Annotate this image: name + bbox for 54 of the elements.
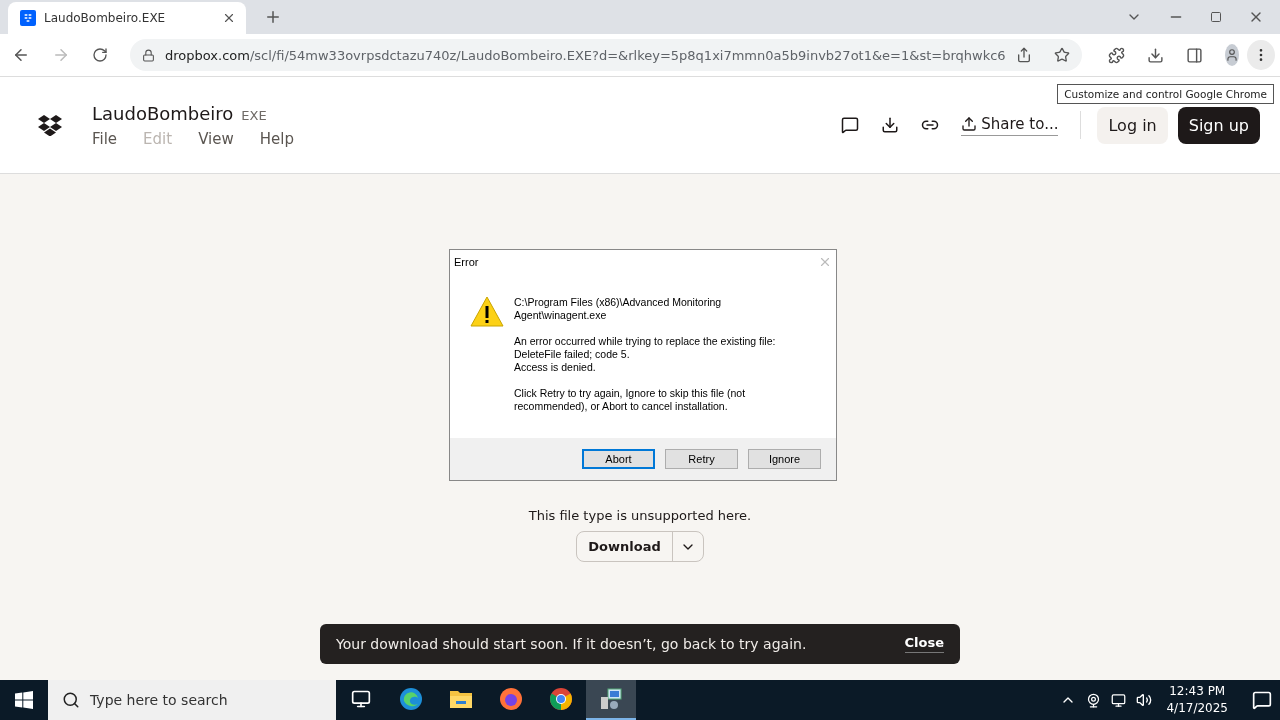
restore-icon[interactable] [1210, 9, 1222, 25]
menu-item[interactable]: Help [259, 129, 294, 148]
upload-icon [961, 115, 978, 132]
tab-title: LaudoBombeiro.EXE [44, 11, 167, 25]
signup-button[interactable]: Sign up [1177, 106, 1260, 144]
dialog-button[interactable]: Ignore [748, 449, 821, 469]
box-logo-icon [20, 10, 36, 26]
taskbar-search-field[interactable]: Type here to search [48, 680, 336, 720]
taskbar-app-button[interactable] [586, 680, 636, 720]
lock-icon [142, 48, 155, 62]
toast-close-button[interactable]: Close [904, 635, 944, 653]
warning-icon [470, 296, 504, 327]
back-icon[interactable] [12, 46, 30, 64]
browser-icon [549, 687, 573, 711]
menu-item[interactable]: View [198, 129, 234, 148]
download-icon[interactable] [881, 116, 900, 134]
box-logo-icon [38, 114, 62, 136]
taskbar-clock[interactable]: 12:43 PM 4/17/2025 [1166, 683, 1228, 717]
new-tab-icon[interactable] [264, 8, 282, 26]
comment-icon[interactable] [841, 116, 860, 134]
dialog-message: Click Retry to try again, Ignore to skip this file (not recommended), or Abort to cancel installation. [514, 387, 747, 413]
file-name: LaudoBombeiro [92, 102, 234, 124]
browser-tab[interactable]: LaudoBombeiro.EXE [8, 2, 246, 34]
unsupported-message: This file type is unsupported here. [528, 508, 752, 523]
url-text: dropbox.com/scl/fi/54mw33ovrpsdctazu740z/LaudoBombeiro.EXE?d=&rlkey=5p8q1xi7mmn0a5b9invb27ot1&e=1&st=brqhwkc6 [165, 47, 1006, 63]
dialog-title: Error [454, 256, 479, 268]
windows-logo-icon [15, 691, 33, 709]
installer-icon [599, 687, 623, 711]
dialog-button[interactable]: Retry [665, 449, 738, 469]
file-extension: EXE [241, 107, 267, 123]
folder-icon [449, 689, 473, 709]
star-icon[interactable] [1053, 47, 1070, 63]
profile-icon[interactable] [1224, 44, 1239, 66]
speaker-icon[interactable] [1136, 692, 1153, 708]
camera-icon[interactable] [1086, 692, 1102, 708]
menu-item[interactable]: File [92, 129, 118, 148]
tooltip: Customize and control Google Chrome [1057, 84, 1274, 104]
side-panel-icon[interactable] [1185, 46, 1203, 64]
toast-message: Your download should start soon. If it doesn’t, go back to try again. [336, 636, 808, 652]
login-button[interactable]: Log in [1097, 106, 1168, 144]
browser-icon [499, 687, 523, 711]
dialog-message: C:\Program Files (x86)\Advanced Monitoring Agent\winagent.exe [514, 296, 723, 322]
reload-icon[interactable] [92, 47, 108, 63]
address-bar[interactable]: dropbox.com/scl/fi/54mw33ovrpsdctazu740z/LaudoBombeiro.EXE?d=&rlkey=5p8q1xi7mmn0a5b9invb27ot1&e=1&st=brqhwkc6 [130, 39, 1082, 71]
download-icon[interactable] [1146, 46, 1164, 64]
search-icon [62, 691, 80, 709]
dialog-button[interactable]: Abort [582, 449, 655, 469]
dialog-message: An error occurred while trying to replace the existing file: DeleteFile failed; code 5. Access is denied. [514, 335, 777, 374]
browser-icon [399, 687, 423, 711]
notification-icon[interactable] [1252, 690, 1272, 710]
share-button[interactable]: Share to... [961, 114, 1059, 136]
share-icon[interactable] [1015, 47, 1032, 63]
puzzle-icon[interactable] [1107, 46, 1125, 64]
close-icon[interactable] [222, 11, 236, 25]
